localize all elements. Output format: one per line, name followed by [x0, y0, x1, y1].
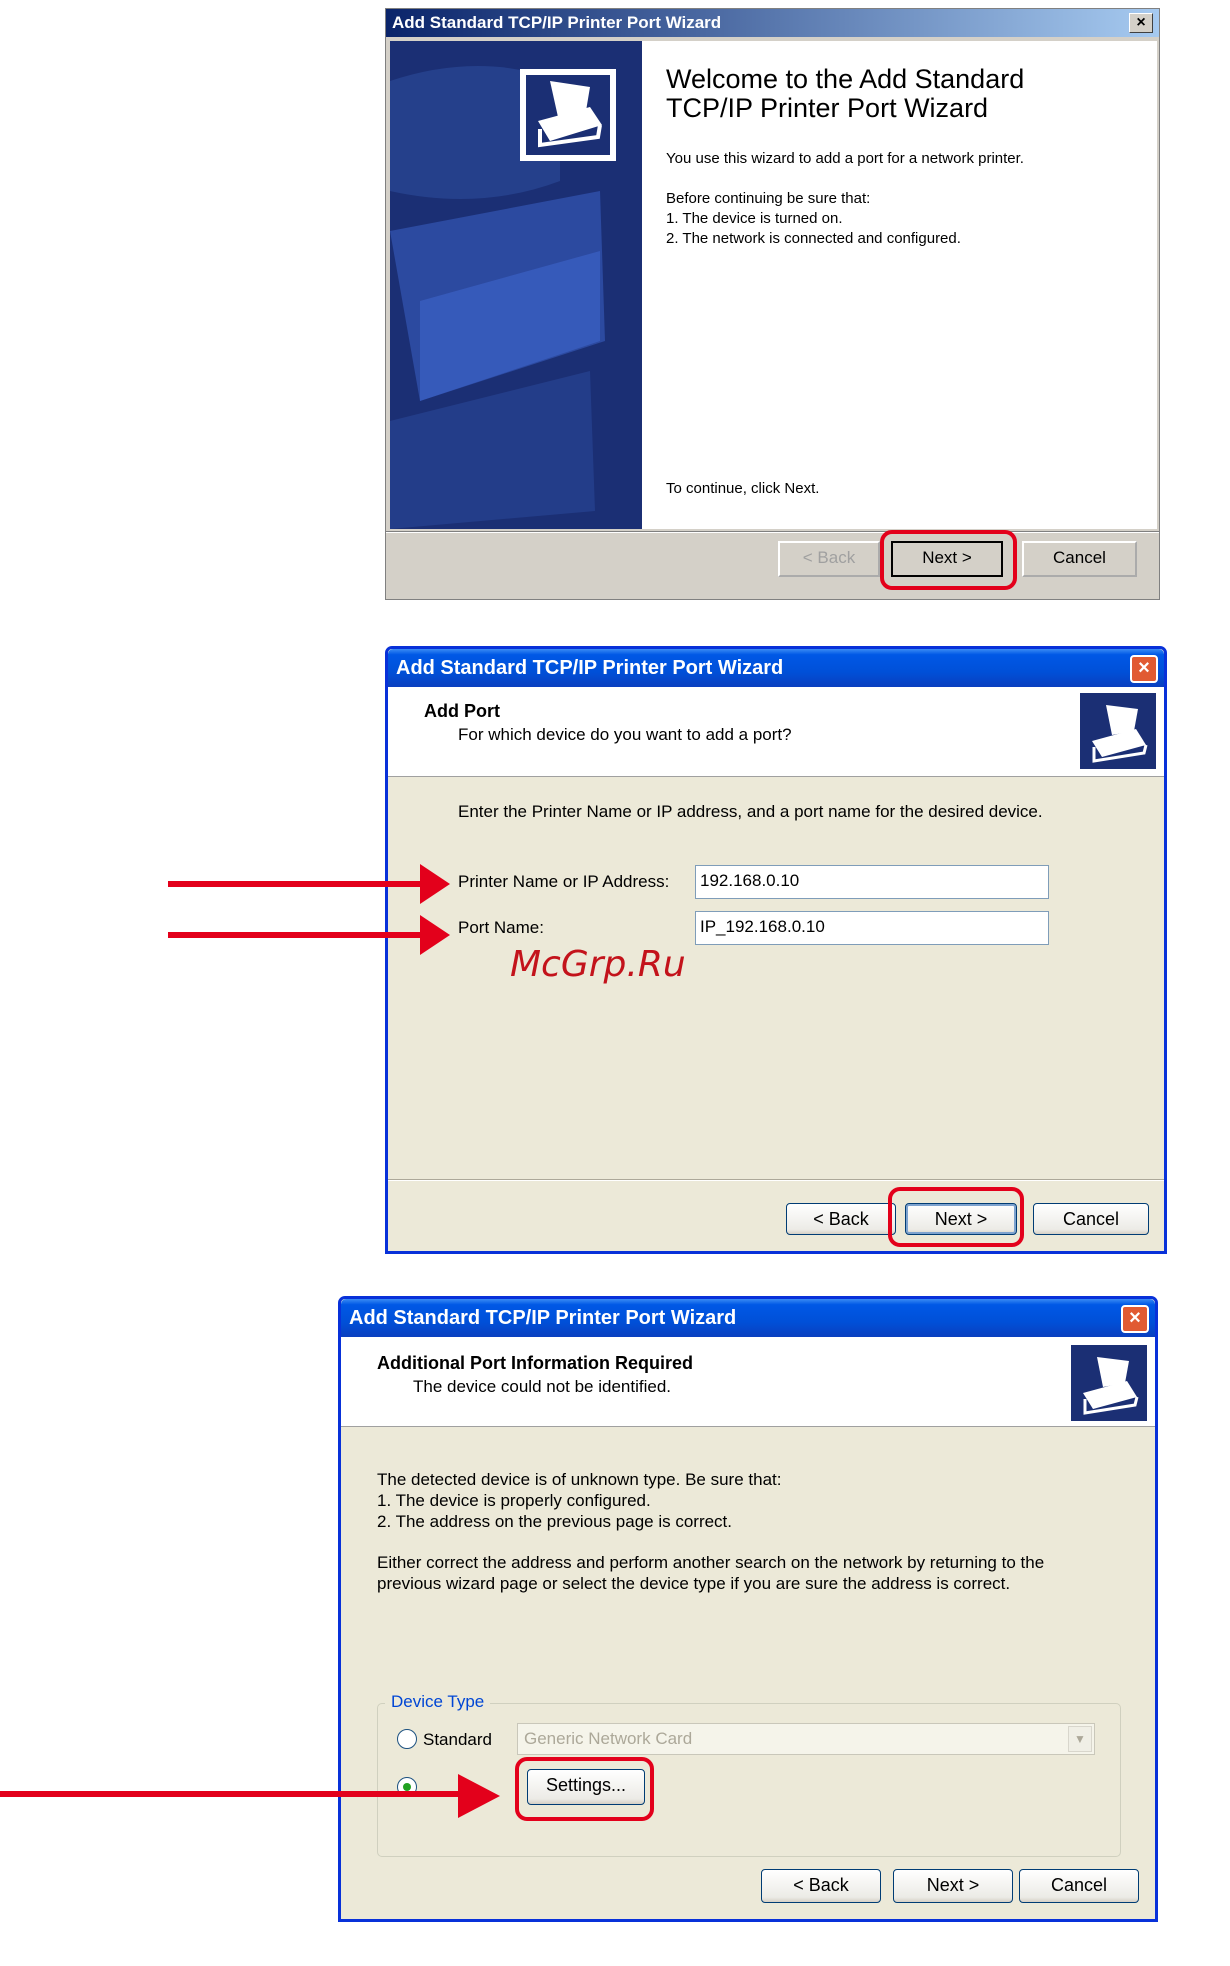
requirement-2: 2. The network is connected and configur…: [666, 230, 961, 247]
ip-address-label: Printer Name or IP Address:: [458, 872, 670, 891]
next-button[interactable]: Next >: [893, 1869, 1013, 1903]
additional-port-info-dialog: Add Standard TCP/IP Printer Port Wizard …: [338, 1296, 1158, 1922]
port-name-label: Port Name:: [458, 918, 544, 937]
before-text: Before continuing be sure that:: [666, 190, 871, 207]
cancel-button[interactable]: Cancel: [1033, 1203, 1149, 1235]
printer-illustration: [390, 41, 642, 529]
dialog-title: Add Standard TCP/IP Printer Port Wizard: [341, 1299, 1155, 1337]
header-subtitle: For which device do you want to add a po…: [458, 725, 792, 744]
intro-text: You use this wizard to add a port for a …: [666, 150, 1024, 167]
button-separator: [386, 531, 1159, 533]
arrow-to-ip-field: [168, 881, 438, 887]
device-type-label: Device Type: [385, 1691, 491, 1712]
port-name-input[interactable]: IP_192.168.0.10: [695, 911, 1049, 945]
heading-line-1: Welcome to the Add Standard: [666, 64, 1025, 94]
arrow-head-icon: [420, 864, 450, 904]
settings-button-highlight: [515, 1757, 654, 1821]
dialog-title: Add Standard TCP/IP Printer Port Wizard: [386, 9, 1159, 37]
chevron-down-icon[interactable]: ▼: [1068, 1726, 1092, 1752]
cancel-button[interactable]: Cancel: [1019, 1869, 1139, 1903]
arrow-to-settings-button: [0, 1791, 475, 1797]
wizard-header: Additional Port Information Required The…: [341, 1337, 1155, 1427]
arrow-to-port-field: [168, 932, 438, 938]
info-line-3: 2. The address on the previous page is c…: [377, 1512, 732, 1531]
radio-selected-dot: [403, 1783, 411, 1791]
back-button[interactable]: < Back: [761, 1869, 881, 1903]
info-line-4: Either correct the address and perform a…: [377, 1553, 1045, 1572]
heading-line-2: TCP/IP Printer Port Wizard: [666, 93, 989, 123]
continue-text: To continue, click Next.: [666, 480, 820, 497]
header-subtitle: The device could not be identified.: [413, 1377, 672, 1396]
next-button-highlight: [880, 530, 1017, 590]
standard-radio[interactable]: [397, 1729, 417, 1749]
standard-label: Standard: [423, 1730, 492, 1749]
close-button[interactable]: ×: [1129, 13, 1153, 33]
header-title: Add Port: [424, 701, 500, 721]
wizard-side-banner: [390, 41, 642, 529]
info-line-5: previous wizard page or select the devic…: [377, 1574, 1011, 1593]
info-line-2: 1. The device is properly configured.: [377, 1491, 651, 1510]
next-button-highlight: [888, 1187, 1024, 1247]
back-button[interactable]: < Back: [778, 541, 880, 577]
unknown-device-text: The detected device is of unknown type. …: [377, 1469, 1137, 1594]
back-button[interactable]: < Back: [786, 1203, 896, 1235]
header-title: Additional Port Information Required: [377, 1353, 693, 1373]
welcome-heading: Welcome to the Add Standard TCP/IP Print…: [666, 65, 1136, 123]
device-type-select[interactable]: Generic Network Card ▼: [517, 1723, 1095, 1755]
printer-icon: [1071, 1345, 1147, 1421]
cancel-button[interactable]: Cancel: [1022, 541, 1137, 577]
wizard-header: Add Port For which device do you want to…: [388, 687, 1164, 777]
requirement-1: 1. The device is turned on.: [666, 210, 843, 227]
welcome-wizard-dialog: Add Standard TCP/IP Printer Port Wizard …: [385, 8, 1160, 600]
close-button[interactable]: ×: [1121, 1305, 1149, 1333]
button-separator: [388, 1179, 1164, 1181]
ip-address-input[interactable]: 192.168.0.10: [695, 865, 1049, 899]
arrow-head-icon: [420, 915, 450, 955]
printer-icon: [1080, 693, 1156, 769]
dialog-title: Add Standard TCP/IP Printer Port Wizard: [388, 649, 1164, 687]
watermark: McGrp.Ru: [510, 944, 686, 985]
arrow-head-icon: [458, 1774, 500, 1818]
close-button[interactable]: ×: [1130, 655, 1158, 683]
add-port-dialog: Add Standard TCP/IP Printer Port Wizard …: [385, 646, 1167, 1254]
wizard-content: Welcome to the Add Standard TCP/IP Print…: [642, 41, 1157, 529]
info-line-1: The detected device is of unknown type. …: [377, 1470, 782, 1489]
instruction-text: Enter the Printer Name or IP address, an…: [458, 802, 1043, 821]
